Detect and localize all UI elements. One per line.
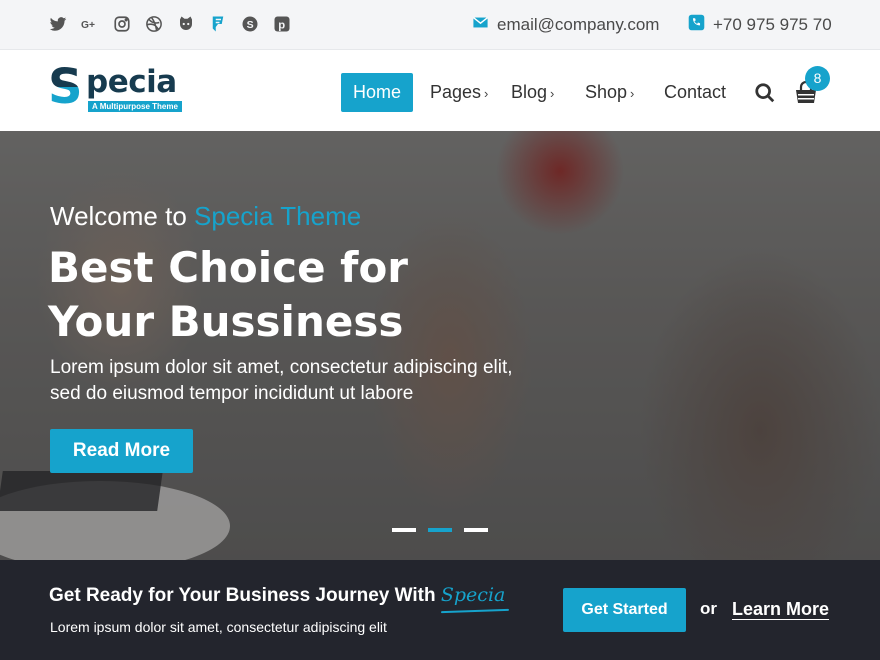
contact-phone[interactable]: +70 975 975 70 xyxy=(688,14,832,36)
cta-or: or xyxy=(700,599,717,618)
cta-brand: Specia xyxy=(440,584,506,606)
phone-icon xyxy=(688,14,705,36)
cta-subtext: Lorem ipsum dolor sit amet, consectetur … xyxy=(50,619,387,635)
slider-dot-1[interactable] xyxy=(392,528,416,532)
envelope-icon xyxy=(472,14,489,36)
top-bar: G+ S p email@company.com +70 975 975 70 xyxy=(0,0,880,50)
site-header: S pecia A Multipurpose Theme Home Pages ›… xyxy=(0,51,880,131)
twitter-icon[interactable] xyxy=(48,14,68,34)
slider-dots xyxy=(392,528,488,532)
chevron-right-icon: › xyxy=(550,86,555,101)
cart-count-badge: 8 xyxy=(805,66,830,91)
nav-home-label: Home xyxy=(353,82,402,102)
skype-icon[interactable]: S xyxy=(240,14,260,34)
social-links: G+ S p xyxy=(48,14,292,34)
logo-tagline: A Multipurpose Theme xyxy=(88,101,182,112)
nav-pages[interactable]: Pages › xyxy=(430,73,488,112)
slider-dot-3[interactable] xyxy=(464,528,488,532)
phone-text: +70 975 975 70 xyxy=(713,15,832,34)
foursquare-icon[interactable] xyxy=(208,14,228,34)
nav-contact-label: Contact xyxy=(664,82,727,102)
contact-email[interactable]: email@company.com xyxy=(472,14,659,36)
cta-heading-text: Get Ready for Your Business Journey With xyxy=(49,585,441,606)
site-logo[interactable]: S pecia A Multipurpose Theme xyxy=(48,63,188,115)
hero-title: Best Choice for Your Bussiness xyxy=(48,243,409,346)
hero-slider: Welcome to Specia Theme Best Choice for … xyxy=(0,131,880,560)
svg-text:p: p xyxy=(278,20,285,32)
hero-welcome-prefix: Welcome to xyxy=(50,201,195,231)
nav-shop[interactable]: Shop › xyxy=(585,73,634,112)
nav-contact[interactable]: Contact xyxy=(664,73,726,112)
hero-welcome-accent: Specia Theme xyxy=(194,201,362,231)
nav-shop-label: Shop xyxy=(585,82,628,102)
slider-dot-2[interactable] xyxy=(428,528,452,532)
pinterest-icon[interactable]: p xyxy=(272,14,292,34)
nav-home[interactable]: Home xyxy=(341,73,414,112)
get-started-button[interactable]: Get Started xyxy=(563,588,686,632)
svg-text:G+: G+ xyxy=(81,20,95,31)
hero-welcome: Welcome to Specia Theme xyxy=(50,201,361,232)
cta-heading: Get Ready for Your Business Journey With… xyxy=(49,584,505,607)
github-icon[interactable] xyxy=(176,14,196,34)
svg-text:S: S xyxy=(247,19,254,31)
nav-blog-label: Blog xyxy=(511,82,548,102)
logo-initial: S xyxy=(48,59,83,115)
call-to-action-bar: Get Ready for Your Business Journey With… xyxy=(0,560,880,660)
email-text: email@company.com xyxy=(497,15,660,34)
nav-blog[interactable]: Blog › xyxy=(511,73,554,112)
instagram-icon[interactable] xyxy=(112,14,132,34)
chevron-right-icon: › xyxy=(484,86,489,101)
search-icon[interactable] xyxy=(754,82,776,104)
logo-name: pecia xyxy=(86,64,177,100)
google-plus-icon[interactable]: G+ xyxy=(80,14,100,34)
nav-pages-label: Pages xyxy=(430,82,482,102)
chevron-right-icon: › xyxy=(630,86,635,101)
read-more-button[interactable]: Read More xyxy=(50,429,193,473)
hero-text: Lorem ipsum dolor sit amet, consectetur … xyxy=(50,357,513,404)
learn-more-link[interactable]: Learn More xyxy=(732,599,829,620)
dribbble-icon[interactable] xyxy=(144,14,164,34)
